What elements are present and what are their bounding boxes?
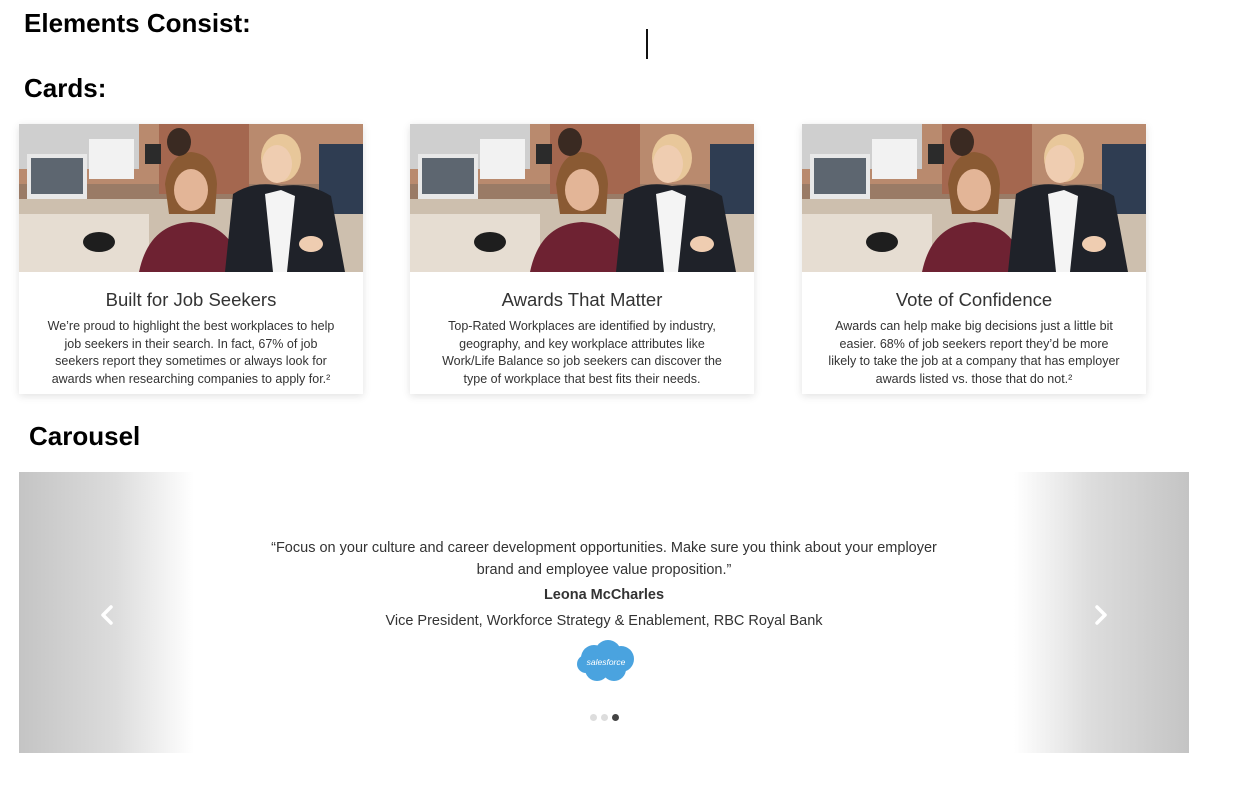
card-body: Awards can help make big decisions just … bbox=[828, 319, 1120, 386]
card-title: Vote of Confidence bbox=[895, 289, 1053, 310]
carousel-dot[interactable] bbox=[600, 714, 608, 721]
cards-heading: Cards: bbox=[24, 73, 107, 103]
logo-text: salesforce bbox=[587, 657, 626, 667]
card-built-for-job-seekers: Built for Job Seekers We’re proud to hig… bbox=[19, 124, 363, 394]
carousel-dot[interactable] bbox=[589, 714, 597, 721]
card-body: We’re proud to highlight the best workpl… bbox=[47, 319, 335, 386]
text-cursor bbox=[646, 29, 648, 59]
card-awards-that-matter: Awards That Matter Top-Rated Workplaces … bbox=[410, 124, 754, 394]
card-image bbox=[802, 124, 1146, 272]
carousel-heading: Carousel bbox=[29, 421, 141, 451]
card-image bbox=[19, 124, 363, 272]
carousel-dot-active[interactable] bbox=[611, 714, 619, 721]
card-body: Top-Rated Workplaces are identified by i… bbox=[442, 319, 722, 386]
card-image bbox=[410, 124, 754, 272]
elements-heading: Elements Consist: bbox=[24, 8, 251, 38]
testimonial-carousel: “Focus on your culture and career develo… bbox=[19, 472, 1189, 753]
testimonial-role: Vice President, Workforce Strategy & Ena… bbox=[385, 613, 823, 629]
testimonial-author: Leona McCharles bbox=[543, 587, 665, 603]
carousel-indicators bbox=[19, 714, 1189, 721]
testimonial-quote: “Focus on your culture and career develo… bbox=[271, 540, 937, 578]
card-vote-of-confidence: Vote of Confidence Awards can help make … bbox=[802, 124, 1146, 394]
salesforce-logo: salesforce bbox=[574, 638, 638, 684]
card-title: Built for Job Seekers bbox=[105, 289, 277, 310]
card-title: Awards That Matter bbox=[501, 289, 663, 310]
